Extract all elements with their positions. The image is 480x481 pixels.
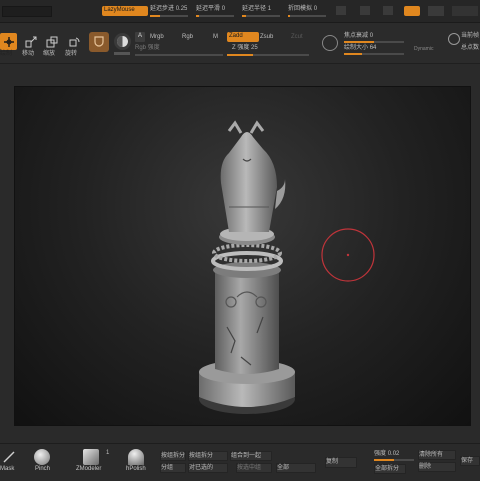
rgb-intensity-label: Rgb 强度: [135, 45, 160, 51]
m-button[interactable]: M: [213, 33, 218, 41]
pinch-brush-button[interactable]: [34, 449, 50, 465]
lazy-radius-label: 延迟半径 1: [242, 6, 272, 12]
draw-icon: [3, 36, 14, 47]
scale-icon: [46, 36, 57, 47]
top-icon-1[interactable]: [336, 6, 346, 15]
selected-button[interactable]: 对已选的: [188, 463, 228, 473]
strength-slider[interactable]: [374, 459, 414, 461]
rotate-icon: [69, 37, 79, 46]
material-thumbnail[interactable]: [114, 33, 131, 50]
backtrack-label: 折回模拟 0: [288, 6, 318, 12]
by-selected-group-button[interactable]: 按选中组: [236, 463, 272, 473]
brush-thumbnail[interactable]: [89, 32, 109, 52]
bottom-shelf: Mask Pinch 1 ZModeler hPolish 按组拆分 按组拆分 …: [0, 443, 480, 481]
rgb-intensity-slider[interactable]: [135, 54, 223, 56]
draw-tool-button[interactable]: [0, 33, 17, 50]
zadd-button[interactable]: Zadd: [227, 32, 259, 42]
move-icon: [25, 36, 36, 47]
z-intensity-slider[interactable]: [227, 54, 309, 56]
focal-shift-slider[interactable]: [344, 41, 404, 43]
frame-icon: [448, 33, 460, 45]
scale-tool-label: 缩放: [43, 51, 56, 57]
top-menu-bar: LazyMouse 延迟步进 0.25 延迟平滑 0 延迟半径 1 折回模拟 0: [0, 0, 480, 23]
clear-all-button[interactable]: 清除所有: [418, 450, 456, 460]
viewport-canvas[interactable]: [14, 86, 471, 426]
mask-brush-icon: [3, 451, 15, 463]
focal-shift-icon: [322, 35, 338, 51]
scale-tool-button[interactable]: [43, 33, 60, 50]
right-label-2: 总点数: [461, 45, 480, 51]
hpolish-brush-label: hPolish: [126, 466, 146, 472]
draw-size-slider[interactable]: [344, 53, 404, 55]
rgb-button[interactable]: Rgb: [182, 33, 193, 41]
draw-tool-label: 绘制: [0, 51, 13, 57]
lazymouse-button[interactable]: LazyMouse: [102, 6, 148, 16]
zsub-button[interactable]: Zsub: [260, 33, 273, 41]
right-label-1: 当前帧: [461, 33, 480, 39]
material-sphere-icon: [117, 36, 128, 47]
zmodeler-badge: 1: [106, 450, 110, 456]
delete-button[interactable]: 删除: [418, 462, 456, 472]
strength-label: 强度 0.02: [374, 451, 400, 457]
draw-size-label: 绘制大小 64: [344, 45, 377, 51]
dynamic-toggle[interactable]: Dynamic: [414, 45, 433, 53]
lazy-smooth-slider[interactable]: [196, 15, 234, 17]
mask-brush-button[interactable]: [2, 450, 16, 464]
lazy-step-label: 延迟步进 0.25: [150, 6, 188, 12]
move-tool-button[interactable]: [22, 33, 39, 50]
rotate-tool-button[interactable]: [65, 33, 82, 50]
zmodeler-brush-button[interactable]: [83, 449, 99, 465]
lazy-radius-slider[interactable]: [242, 15, 280, 17]
all-button[interactable]: 全部: [276, 463, 316, 473]
split-by-group-button[interactable]: 按组拆分: [188, 451, 228, 461]
top-icon-3[interactable]: [383, 6, 393, 15]
split-groups-button[interactable]: 按组拆分: [160, 451, 186, 461]
group-button[interactable]: 分组: [160, 463, 186, 473]
zcut-button[interactable]: Zcut: [291, 33, 303, 41]
top-right-field[interactable]: [452, 6, 478, 16]
lazy-step-slider[interactable]: [150, 15, 188, 17]
mrgb-button[interactable]: Mrgb: [150, 33, 164, 41]
merge-button[interactable]: 组合到一起: [230, 451, 272, 461]
move-tool-label: 移动: [22, 51, 35, 57]
alpha-button[interactable]: A: [135, 32, 145, 42]
material-swatch-bar[interactable]: [114, 52, 130, 55]
hpolish-brush-button[interactable]: [128, 449, 144, 465]
z-intensity-label: Z 强度 25: [232, 45, 258, 51]
top-left-field[interactable]: [2, 6, 52, 17]
brush-toolbar: 绘制 移动 缩放 旋转 A Mrgb Rgb M Rgb 强度 Zadd Zsu…: [0, 23, 480, 64]
split-all-button[interactable]: 全部拆分: [374, 464, 406, 474]
mask-brush-label: Mask: [0, 466, 15, 472]
save-button[interactable]: 保存: [460, 456, 480, 466]
top-icon-2[interactable]: [360, 6, 370, 15]
sculpt-model: [199, 120, 375, 414]
rotate-tool-label: 旋转: [65, 51, 78, 57]
zmodeler-brush-label: ZModeler: [76, 466, 102, 472]
focal-shift-label: 焦点衰减 0: [344, 33, 374, 39]
copy-button[interactable]: 复制: [325, 457, 357, 468]
top-toggle-active[interactable]: [404, 6, 420, 16]
pinch-brush-label: Pinch: [35, 466, 51, 472]
top-toggle[interactable]: [428, 6, 444, 16]
lazy-smooth-label: 延迟平滑 0: [196, 6, 226, 12]
brush-icon: [94, 36, 104, 47]
left-shelf: [0, 64, 12, 434]
backtrack-slider[interactable]: [288, 15, 326, 17]
